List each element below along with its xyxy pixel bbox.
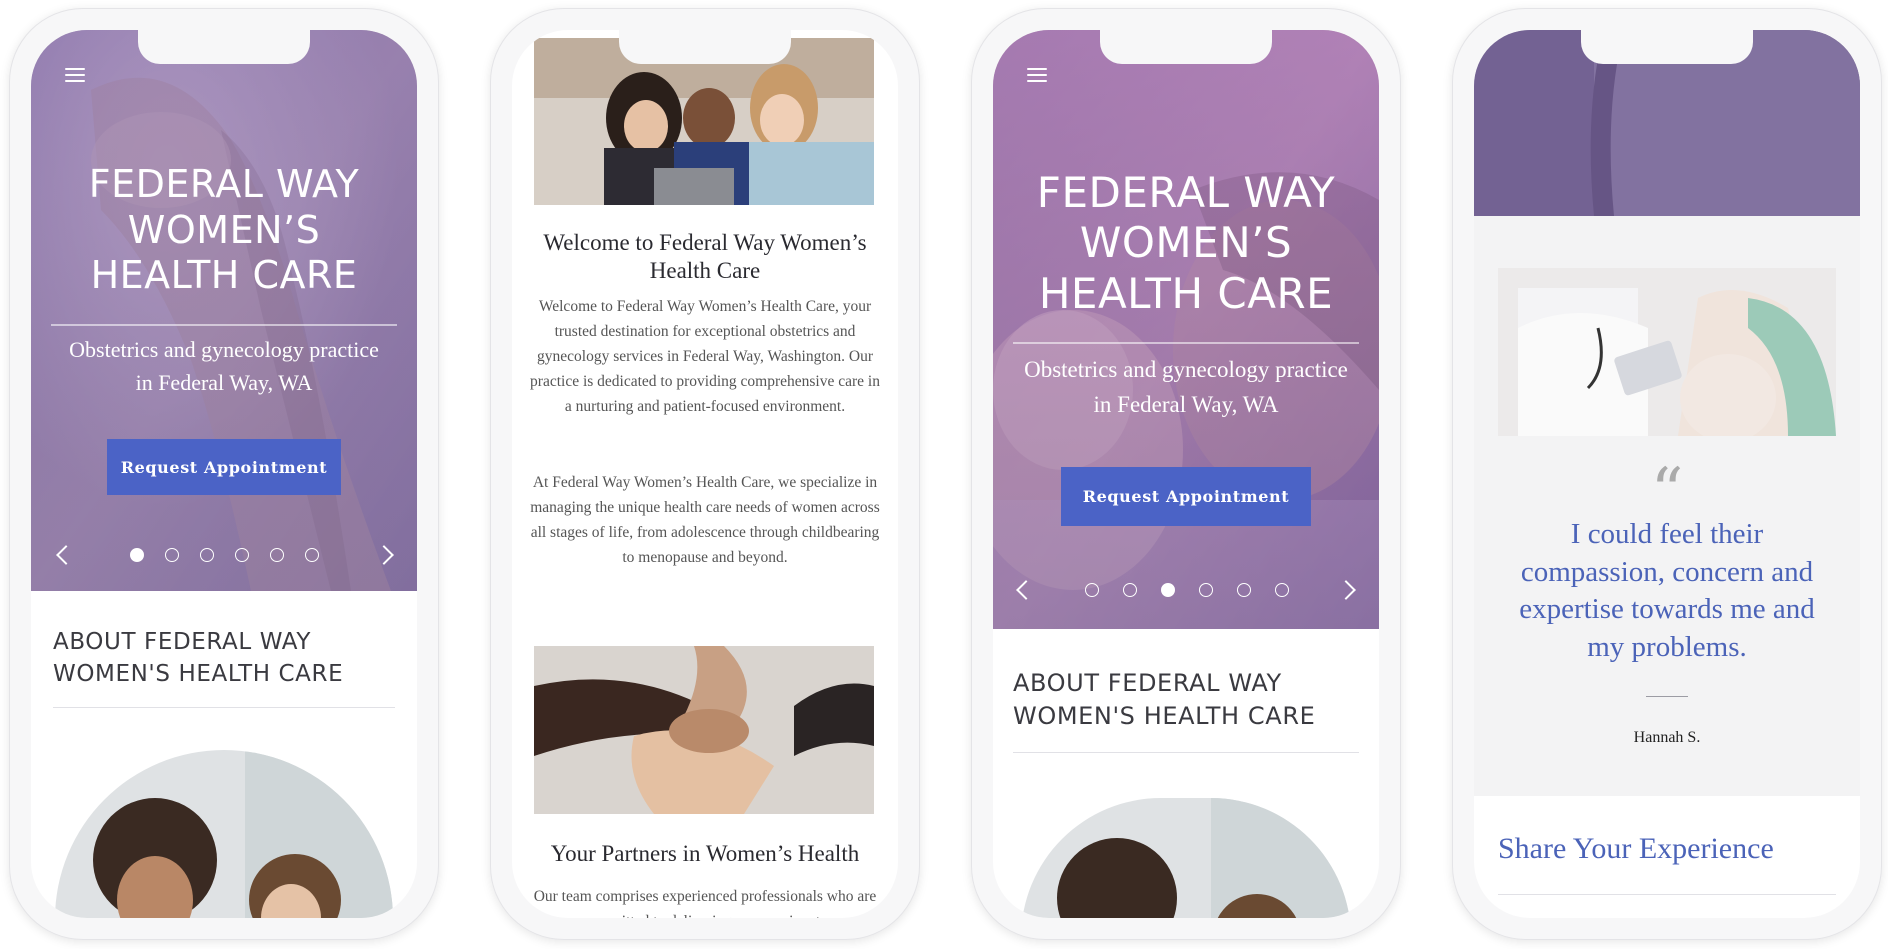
slider-dot-1[interactable] (1085, 583, 1099, 597)
phone-mockup-3: FEDERAL WAY WOMEN’S HEALTH CARE Obstetri… (971, 8, 1401, 940)
pregnancy-consultation-photo (1498, 268, 1836, 436)
quote-mark-icon: “ (1650, 455, 1684, 529)
request-appointment-button[interactable]: Request Appointment (1061, 467, 1311, 526)
slider-dot-4[interactable] (1199, 583, 1213, 597)
hero-subtitle: Obstetrics and gynecology practice in Fe… (69, 337, 379, 395)
share-divider (1498, 894, 1836, 895)
stacked-hands-image (534, 646, 874, 814)
hero-divider (1013, 342, 1359, 344)
about-heading: ABOUT FEDERAL WAY WOMEN'S HEALTH CARE (53, 629, 344, 687)
quote-divider (1646, 696, 1688, 697)
welcome-heading: Welcome to Federal Way Women’s Health Ca… (543, 230, 867, 283)
slider-dot-1[interactable] (130, 548, 144, 562)
arch-photo (55, 750, 393, 918)
partners-heading: Your Partners in Women’s Health (550, 841, 860, 866)
testimonial-author: Hannah S. (1633, 729, 1701, 746)
women-laughing-photo (1021, 798, 1351, 918)
hero-divider (51, 324, 397, 326)
hero-slider: FEDERAL WAY WOMEN’S HEALTH CARE Obstetri… (993, 30, 1379, 629)
share-experience-link[interactable]: Share Your Experience (1498, 832, 1774, 866)
hamburger-menu-icon[interactable] (65, 68, 85, 84)
partners-paragraph: Our team comprises experienced professio… (533, 888, 877, 918)
slider-dot-5[interactable] (1237, 583, 1251, 597)
hero-title: FEDERAL WAY WOMEN’S HEALTH CARE (88, 162, 360, 298)
women-laughing-photo (55, 750, 393, 918)
hamburger-menu-icon[interactable] (1027, 68, 1047, 84)
phone-mockup-4: “ I could feel their compassion, concern… (1452, 8, 1882, 940)
slider-dot-2[interactable] (1123, 583, 1137, 597)
phone-screen-1: FEDERAL WAY WOMEN’S HEALTH CARE Obstetri… (31, 30, 417, 918)
hero-overlay (993, 30, 1379, 629)
about-divider (53, 707, 395, 708)
welcome-paragraph-1: Welcome to Federal Way Women’s Health Ca… (530, 298, 880, 416)
phone-screen-3: FEDERAL WAY WOMEN’S HEALTH CARE Obstetri… (993, 30, 1379, 918)
testimonial-quote: I could feel their compassion, concern a… (1519, 518, 1815, 664)
arch-photo (1021, 798, 1351, 918)
slider-dots (1085, 583, 1289, 597)
hero-subtitle: Obstetrics and gynecology practice in Fe… (1024, 357, 1348, 417)
slider-dot-2[interactable] (165, 548, 179, 562)
slider-dot-6[interactable] (1275, 583, 1289, 597)
phone-notch (1100, 30, 1272, 64)
phone-notch (138, 30, 310, 64)
request-appointment-button[interactable]: Request Appointment (107, 439, 341, 495)
share-section: Share Your Experience (1474, 796, 1860, 918)
slider-dot-4[interactable] (235, 548, 249, 562)
slider-dot-6[interactable] (305, 548, 319, 562)
slider-dot-5[interactable] (270, 548, 284, 562)
hero-overlay (31, 30, 417, 591)
phone-notch (619, 30, 791, 64)
hero-title: FEDERAL WAY WOMEN’S HEALTH CARE (1036, 168, 1336, 318)
hands-photo (534, 646, 874, 814)
about-divider (1013, 752, 1359, 753)
phone-notch (1581, 30, 1753, 64)
phone-screen-4: “ I could feel their compassion, concern… (1474, 30, 1860, 918)
phone-mockup-1: FEDERAL WAY WOMEN’S HEALTH CARE Obstetri… (9, 8, 439, 940)
phone-screen-2: Welcome to Federal Way Women’s Health Ca… (512, 30, 898, 918)
hero-slider: FEDERAL WAY WOMEN’S HEALTH CARE Obstetri… (31, 30, 417, 591)
welcome-paragraph-2: At Federal Way Women’s Health Care, we s… (530, 474, 880, 567)
slider-dot-3[interactable] (1161, 583, 1175, 597)
phone-mockup-2: Welcome to Federal Way Women’s Health Ca… (490, 8, 920, 940)
slider-dot-3[interactable] (200, 548, 214, 562)
about-heading: ABOUT FEDERAL WAY WOMEN'S HEALTH CARE (1013, 669, 1316, 731)
slider-dots (130, 548, 319, 562)
